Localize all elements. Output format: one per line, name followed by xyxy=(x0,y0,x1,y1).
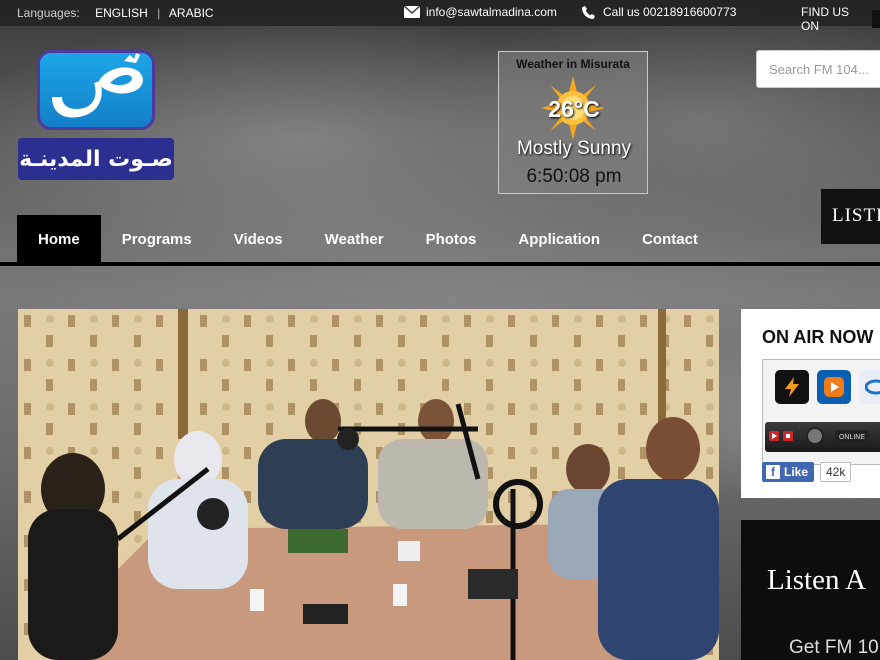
nav-contact[interactable]: Contact xyxy=(621,215,719,263)
language-switcher: Languages: ENGLISH | ARABIC xyxy=(17,6,214,20)
facebook-like[interactable]: f Like 42k xyxy=(762,462,852,482)
nav-photos[interactable]: Photos xyxy=(405,215,498,263)
top-bar: Languages: ENGLISH | ARABIC info@sawtalm… xyxy=(0,0,880,33)
wave-icon xyxy=(865,379,880,395)
logo-badge xyxy=(37,50,155,130)
facebook-icon: f xyxy=(766,465,780,479)
social-icon[interactable] xyxy=(872,10,880,28)
search-input[interactable] xyxy=(756,50,880,88)
app-links-frame: ONLINE xyxy=(762,359,880,465)
phone-icon xyxy=(582,5,595,19)
site-logo[interactable]: صـوت المدينـة xyxy=(18,50,174,182)
find-us-label: FIND US ON xyxy=(801,5,849,33)
listen-subline: Get FM 10 xyxy=(789,637,879,658)
phone-text: Call us 00218916600773 xyxy=(603,5,737,19)
email-text: info@sawtalmadina.com xyxy=(426,5,557,19)
facebook-like-button[interactable]: f Like xyxy=(762,462,815,482)
play-icon xyxy=(824,377,844,397)
logo-glyph-icon xyxy=(52,53,143,118)
email-contact[interactable]: info@sawtalmadina.com xyxy=(404,5,557,19)
radio-studio-photo xyxy=(18,309,719,660)
phone-contact[interactable]: Call us 00218916600773 xyxy=(582,5,736,19)
lang-separator: | xyxy=(157,6,161,20)
lang-english-link[interactable]: ENGLISH xyxy=(95,6,148,20)
realplayer-app-icon[interactable] xyxy=(859,370,880,404)
languages-label: Languages: xyxy=(17,6,80,20)
on-air-title: ON AIR NOW xyxy=(762,327,874,347)
logo-wordmark: صـوت المدينـة xyxy=(18,138,174,180)
envelope-icon xyxy=(404,6,420,18)
lightning-icon xyxy=(785,377,799,397)
winamp-app-icon[interactable] xyxy=(775,370,809,404)
nav-programs[interactable]: Programs xyxy=(101,215,213,263)
like-count: 42k xyxy=(820,462,852,482)
weather-condition: Mostly Sunny xyxy=(516,138,632,159)
find-us-on: FIND US ON xyxy=(801,5,880,33)
on-air-panel: ON AIR NOW ONLINE f Like 42k xyxy=(741,309,880,498)
media-player-app-icon[interactable] xyxy=(817,370,851,404)
radio-player[interactable]: ONLINE xyxy=(765,422,880,452)
like-label: Like xyxy=(784,465,809,479)
listen-live-panel[interactable]: Listen A Get FM 10 xyxy=(741,520,880,660)
listen-headline: Listen A xyxy=(767,564,867,596)
hero-photo[interactable] xyxy=(18,309,719,660)
weather-title: Weather in Misurata xyxy=(516,57,630,71)
listen-live-tab[interactable]: LISTE xyxy=(821,189,880,244)
nav-application[interactable]: Application xyxy=(497,215,621,263)
weather-temperature: 26°C xyxy=(548,96,600,122)
lang-arabic-link[interactable]: ARABIC xyxy=(169,6,214,20)
player-controls: ONLINE xyxy=(769,427,869,445)
player-status: ONLINE xyxy=(839,434,865,441)
weather-time: 6:50:08 pm xyxy=(526,166,622,187)
nav-videos[interactable]: Videos xyxy=(213,215,304,263)
nav-home[interactable]: Home xyxy=(17,215,101,263)
main-nav: Home Programs Videos Weather Photos Appl… xyxy=(17,215,719,263)
weather-widget: Weather in Misurata 26°C Mostly Sunny 6:… xyxy=(498,51,648,194)
nav-weather[interactable]: Weather xyxy=(304,215,405,263)
nav-divider xyxy=(0,262,880,266)
